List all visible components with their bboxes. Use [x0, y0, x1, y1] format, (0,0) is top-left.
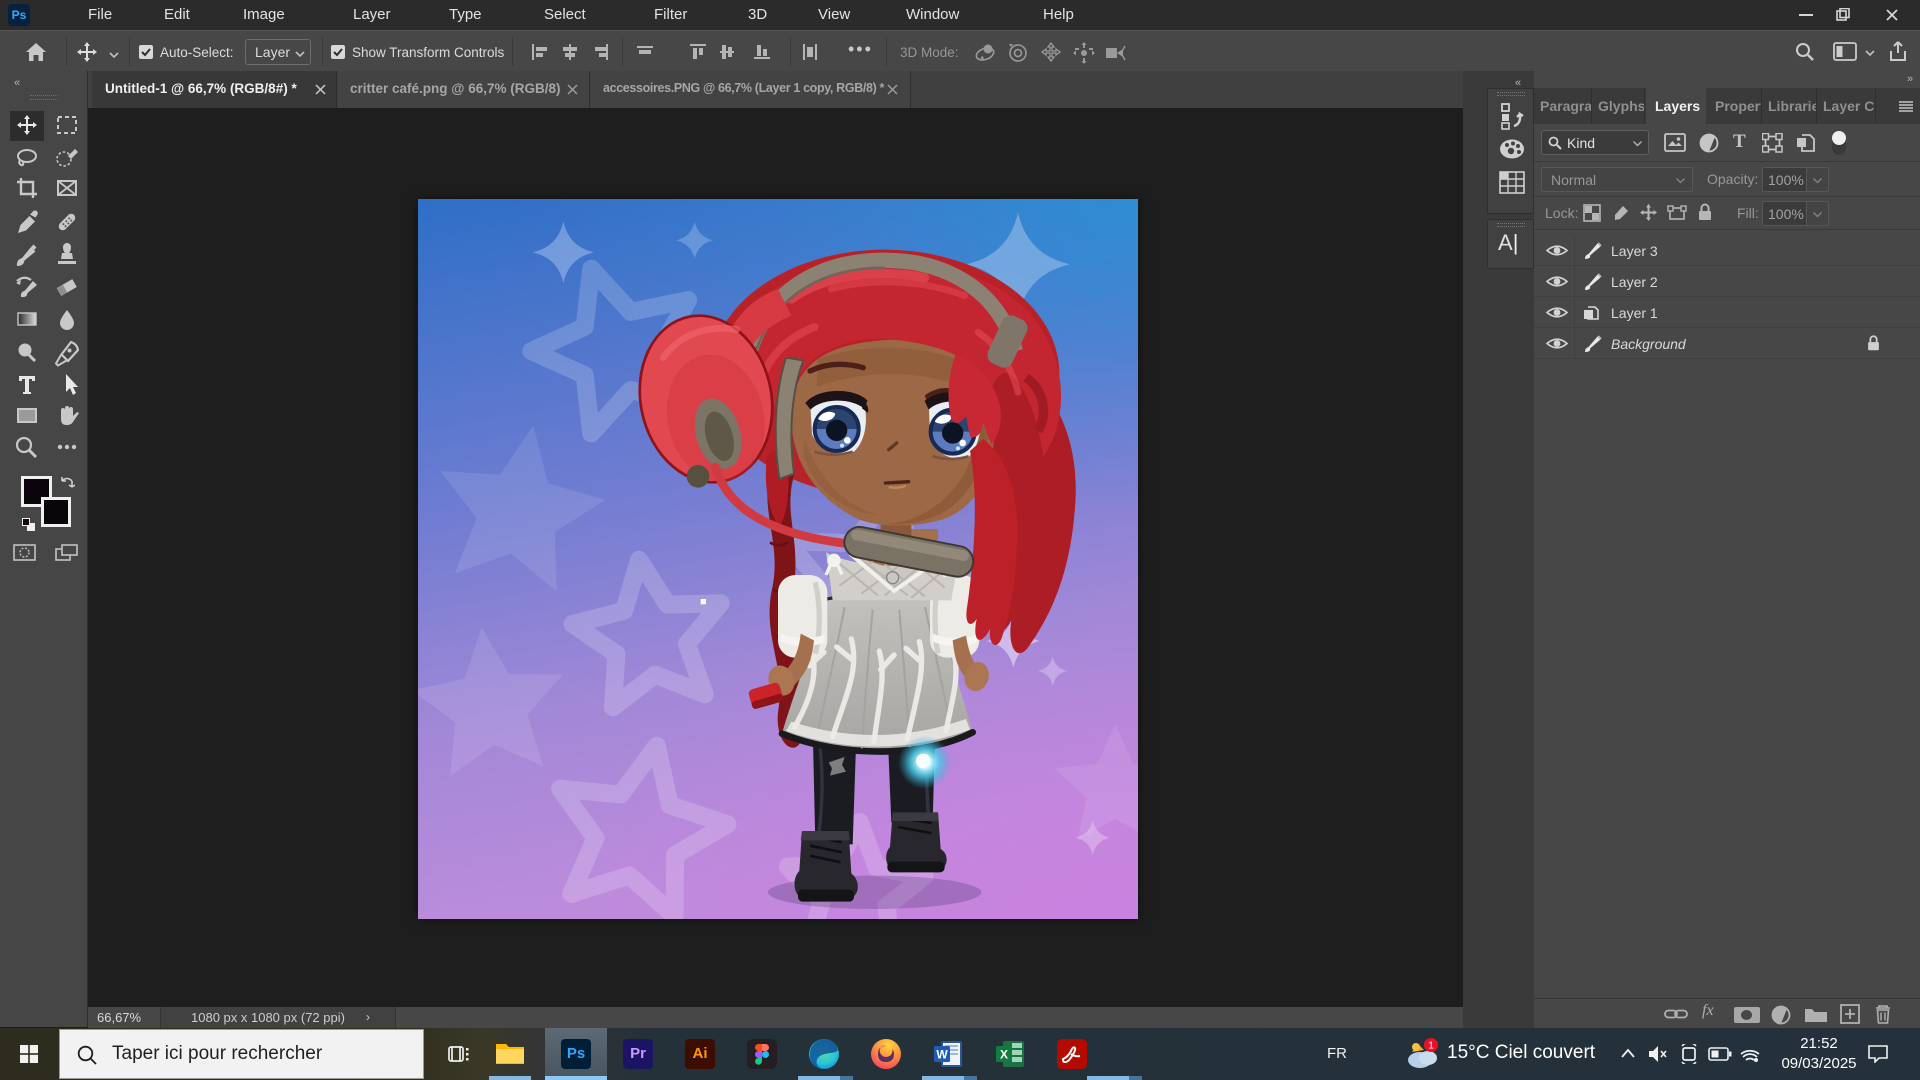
svg-text:W: W	[936, 1048, 948, 1062]
svg-text:1: 1	[1428, 1041, 1434, 1052]
svg-text:X: X	[1000, 1048, 1008, 1062]
